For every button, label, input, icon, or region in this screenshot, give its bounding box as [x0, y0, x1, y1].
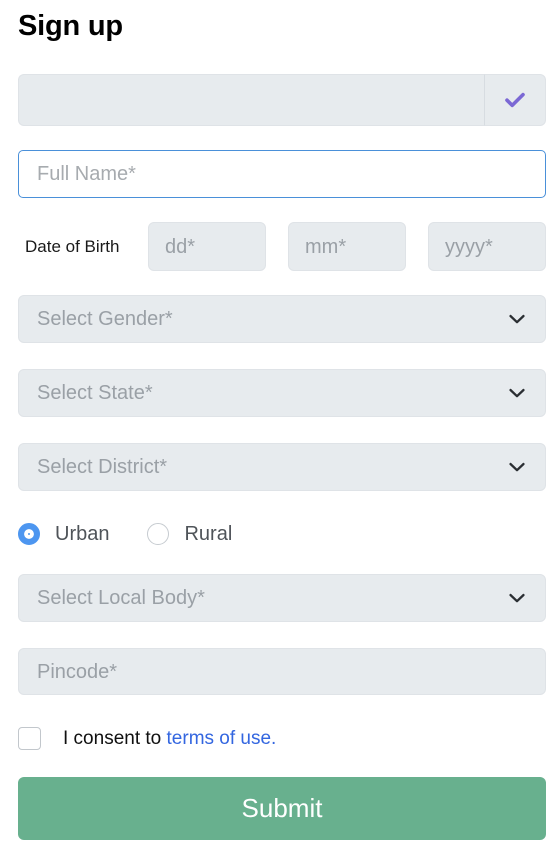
area-type-radio-group: Urban Rural	[18, 519, 232, 549]
full-name-placeholder: Full Name*	[37, 163, 136, 185]
dob-month-placeholder: mm*	[305, 235, 347, 258]
radio-urban-label: Urban	[55, 523, 110, 545]
full-name-input[interactable]: Full Name*	[18, 150, 546, 198]
gender-select-label: Select Gender*	[37, 308, 173, 330]
radio-rural-icon[interactable]	[147, 523, 170, 545]
chevron-down-icon	[506, 587, 545, 609]
page-title: Sign up	[18, 10, 123, 42]
state-select-label: Select State*	[37, 382, 153, 404]
radio-option-rural[interactable]: Rural	[147, 523, 232, 545]
date-of-birth-label: Date of Birth	[25, 237, 120, 256]
signup-page: Sign up Full Name* Date of Birth dd* mm*…	[0, 0, 559, 846]
chevron-down-icon	[506, 308, 545, 330]
dob-year-placeholder: yyyy*	[445, 235, 493, 258]
dob-month-input[interactable]: mm*	[288, 222, 406, 271]
radio-rural-label: Rural	[184, 523, 233, 545]
consent-checkbox[interactable]	[18, 726, 41, 750]
consent-text: I consent to terms of use.	[63, 729, 276, 748]
district-select-label: Select District*	[37, 456, 168, 478]
dob-day-placeholder: dd*	[165, 235, 196, 258]
verify-confirm-button[interactable]	[484, 74, 546, 126]
submit-button[interactable]: Submit	[18, 777, 546, 840]
local-body-select[interactable]: Select Local Body*	[18, 574, 546, 622]
local-body-select-label: Select Local Body*	[37, 587, 205, 609]
consent-row: I consent to terms of use.	[18, 724, 276, 752]
dob-year-input[interactable]: yyyy*	[428, 222, 546, 271]
radio-option-urban[interactable]: Urban	[18, 523, 109, 545]
state-select[interactable]: Select State*	[18, 369, 546, 417]
check-icon	[502, 87, 528, 113]
dob-day-input[interactable]: dd*	[148, 222, 266, 271]
gender-select[interactable]: Select Gender*	[18, 295, 546, 343]
radio-urban-icon[interactable]	[18, 523, 40, 545]
chevron-down-icon	[506, 382, 545, 404]
chevron-down-icon	[506, 456, 545, 478]
terms-of-use-link[interactable]: terms of use.	[167, 728, 277, 749]
verify-input[interactable]	[18, 74, 484, 126]
pincode-input[interactable]: Pincode*	[18, 648, 546, 695]
consent-label: I consent to	[63, 727, 162, 749]
pincode-placeholder: Pincode*	[37, 660, 118, 683]
district-select[interactable]: Select District*	[18, 443, 546, 491]
